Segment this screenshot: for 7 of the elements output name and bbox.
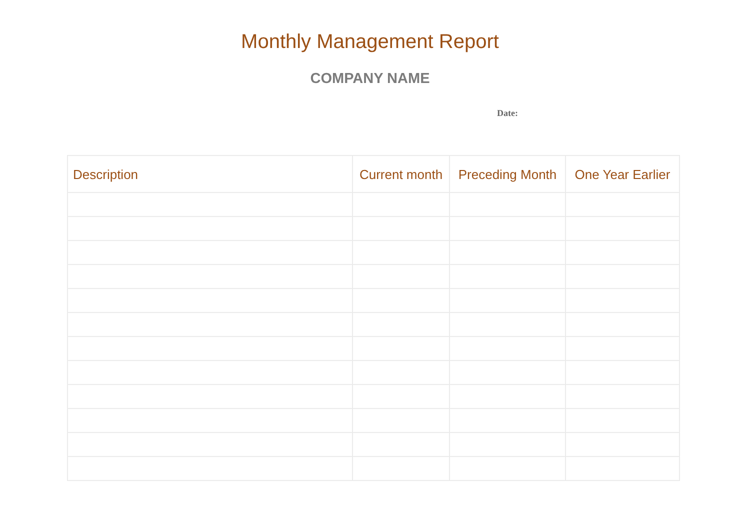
column-header: Current month <box>352 156 450 192</box>
company-name: COMPANY NAME <box>310 70 430 88</box>
date-label: Date: <box>497 108 518 118</box>
report-title: Monthly Management Report <box>241 30 499 54</box>
column-header: Description <box>68 156 352 192</box>
column-header: Preceding Month <box>450 156 566 192</box>
column-header: One Year Earlier <box>566 156 680 192</box>
